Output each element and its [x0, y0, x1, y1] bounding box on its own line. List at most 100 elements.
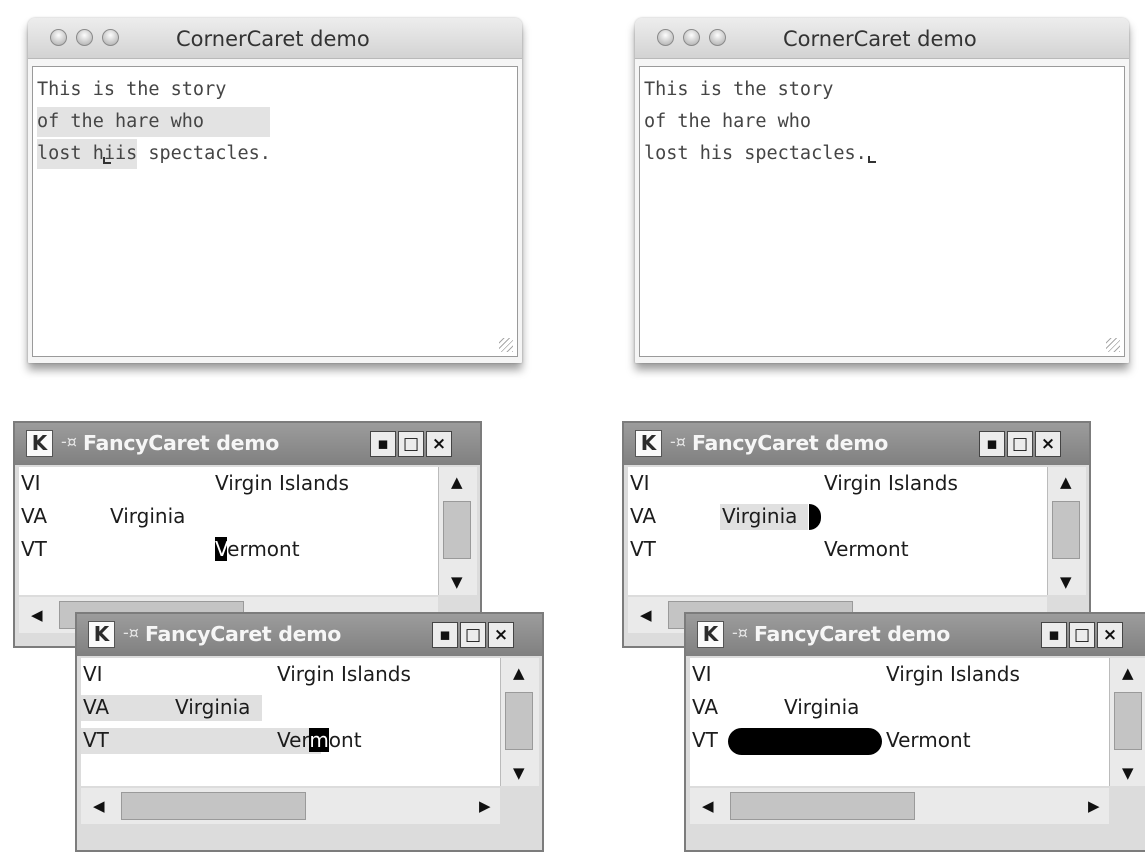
scroll-thumb[interactable] [443, 501, 471, 559]
row-code: VI [630, 471, 650, 495]
kde-app-icon[interactable]: K [635, 430, 662, 457]
row-name: Virginia [722, 504, 798, 528]
corner-caret-window-2: CornerCaret demo This is the story of th… [635, 18, 1129, 363]
close-button[interactable]: × [426, 431, 452, 457]
text-segment: lost h [37, 143, 104, 164]
row-name: Virgin Islands [886, 662, 1020, 686]
maximize-button[interactable]: □ [398, 431, 424, 457]
title-bar: CornerCaret demo [28, 18, 522, 59]
minimize-button[interactable]: ▪ [979, 431, 1005, 457]
vertical-scrollbar[interactable]: ▲ ▼ [438, 467, 477, 595]
row-code: VA [692, 695, 719, 719]
row-name: Virgin Islands [824, 471, 958, 495]
scroll-down-icon[interactable]: ▼ [513, 766, 525, 781]
text-line: This is the story [37, 79, 227, 100]
resize-grip[interactable] [499, 338, 513, 352]
vertical-scrollbar[interactable]: ▲ ▼ [1109, 658, 1145, 786]
row-name: Virgin Islands [277, 662, 411, 686]
row-name: Vermont [215, 537, 300, 561]
vertical-scrollbar[interactable]: ▲ ▼ [500, 658, 539, 786]
corner-caret [867, 156, 876, 163]
scroll-right-icon[interactable]: ▶ [1088, 799, 1100, 814]
row-code: VA [630, 504, 657, 528]
scroll-down-icon[interactable]: ▼ [1060, 575, 1072, 590]
corner-caret: i [102, 139, 115, 169]
row-code: VA [21, 504, 48, 528]
window-title: FancyCaret demo [145, 622, 342, 646]
title-bar: K -¤ FancyCaret demo ▪ □ × [77, 614, 542, 656]
scroll-left-icon[interactable]: ◀ [640, 608, 652, 623]
row-code: VI [83, 662, 103, 686]
maximize-button[interactable]: □ [1007, 431, 1033, 457]
scroll-left-icon[interactable]: ◀ [702, 799, 714, 814]
scroll-down-icon[interactable]: ▼ [1122, 766, 1134, 781]
kde-app-icon[interactable]: K [26, 430, 53, 457]
scroll-left-icon[interactable]: ◀ [93, 799, 105, 814]
text-line: lost hi is spectacles. [37, 139, 271, 169]
scroll-up-icon[interactable]: ▲ [1060, 475, 1072, 490]
text-area[interactable]: This is the story of the hare who lost h… [32, 66, 518, 357]
horizontal-scrollbar[interactable]: ◀ ▶ [690, 788, 1109, 824]
row-code: VI [21, 471, 41, 495]
scroll-thumb[interactable] [1114, 692, 1142, 750]
close-button[interactable]: × [488, 622, 514, 648]
scroll-thumb[interactable] [1052, 501, 1080, 559]
block-caret: V [215, 537, 228, 561]
scroll-thumb[interactable] [730, 792, 915, 820]
text-line: of the hare who [644, 111, 812, 132]
row-code: VT [83, 728, 109, 752]
row-name: Vermont [277, 728, 362, 752]
scroll-thumb[interactable] [121, 792, 306, 820]
title-bar: K -¤ FancyCaret demo ▪ □ × [15, 423, 480, 465]
close-button[interactable]: × [1035, 431, 1061, 457]
scroll-right-icon[interactable]: ▶ [479, 799, 491, 814]
row-code: VA [83, 695, 110, 719]
scroll-corner [1109, 788, 1145, 824]
text-area[interactable]: This is the story of the hare who lost h… [639, 66, 1125, 357]
text-line: This is the story [644, 79, 834, 100]
minimize-button[interactable]: ▪ [370, 431, 396, 457]
text-segment: is spectacles. [114, 143, 271, 164]
pill-caret [728, 728, 882, 755]
minimize-button[interactable] [76, 29, 93, 46]
vertical-scrollbar[interactable]: ▲ ▼ [1047, 467, 1086, 595]
scroll-up-icon[interactable]: ▲ [513, 666, 525, 681]
window-title: FancyCaret demo [692, 431, 889, 455]
zoom-button[interactable] [709, 29, 726, 46]
row-name: Virgin Islands [215, 471, 349, 495]
pin-icon[interactable]: -¤ [61, 432, 77, 451]
minimize-button[interactable] [683, 29, 700, 46]
window-title: FancyCaret demo [754, 622, 951, 646]
row-name: Vermont [886, 728, 971, 752]
window-title: CornerCaret demo [176, 27, 370, 51]
kde-app-icon[interactable]: K [88, 621, 115, 648]
close-button[interactable] [657, 29, 674, 46]
pin-icon[interactable]: -¤ [732, 623, 748, 642]
pin-icon[interactable]: -¤ [670, 432, 686, 451]
close-button[interactable] [50, 29, 67, 46]
title-bar: K -¤ FancyCaret demo ▪ □ × [686, 614, 1145, 656]
row-code: VT [630, 537, 656, 561]
window-title: FancyCaret demo [83, 431, 280, 455]
text-segment: ermont [227, 537, 300, 561]
scroll-up-icon[interactable]: ▲ [1122, 666, 1134, 681]
maximize-button[interactable]: □ [460, 622, 486, 648]
scroll-down-icon[interactable]: ▼ [451, 575, 463, 590]
scroll-up-icon[interactable]: ▲ [451, 475, 463, 490]
scroll-left-icon[interactable]: ◀ [31, 608, 43, 623]
horizontal-scrollbar[interactable]: ◀ ▶ [81, 788, 500, 824]
maximize-button[interactable]: □ [1069, 622, 1095, 648]
minimize-button[interactable]: ▪ [432, 622, 458, 648]
text-area[interactable]: VI Virgin Islands VA Virginia VT Vermont [81, 658, 500, 786]
minimize-button[interactable]: ▪ [1041, 622, 1067, 648]
resize-grip[interactable] [1106, 338, 1120, 352]
kde-app-icon[interactable]: K [697, 621, 724, 648]
pin-icon[interactable]: -¤ [123, 623, 139, 642]
fancy-caret-window-3: K -¤ FancyCaret demo ▪ □ × VI Virgin Isl… [75, 612, 544, 852]
zoom-button[interactable] [102, 29, 119, 46]
close-button[interactable]: × [1097, 622, 1123, 648]
text-area[interactable]: VI Virgin Islands VA Virginia VT Vermont [19, 467, 438, 595]
text-area[interactable]: VI Virgin Islands VA Virginia VT Vermont [628, 467, 1047, 595]
text-area[interactable]: VI Virgin Islands VA Virginia VT Vermont [690, 658, 1109, 786]
scroll-thumb[interactable] [505, 692, 533, 750]
